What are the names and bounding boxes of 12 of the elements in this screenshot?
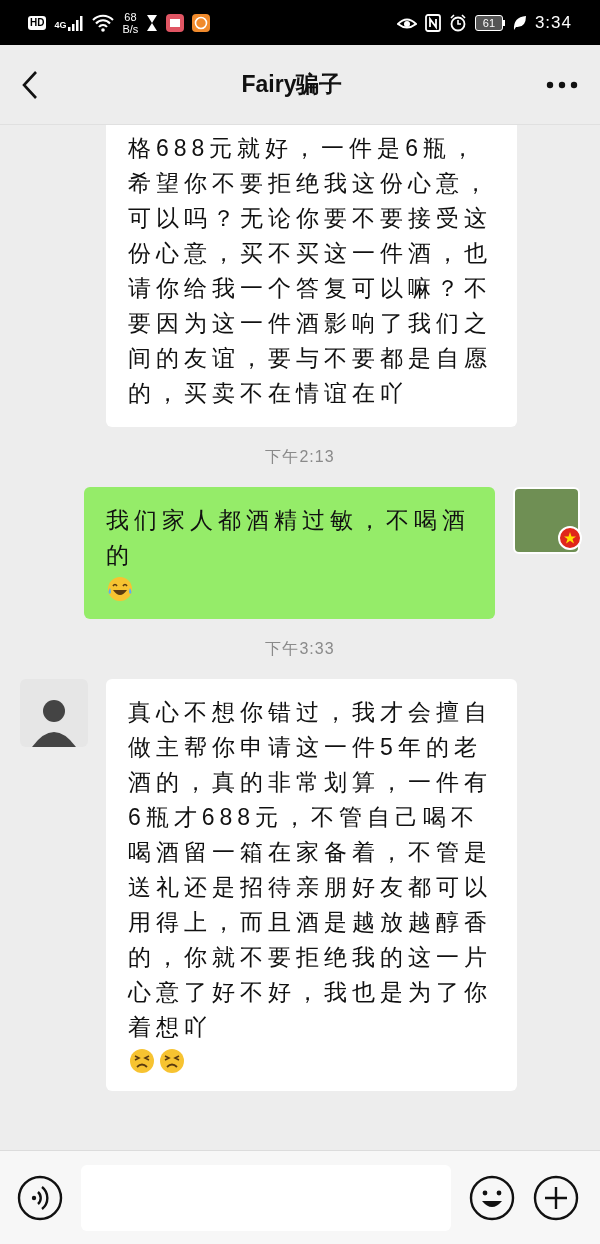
- speed-unit: B/s: [122, 22, 139, 35]
- speed-value: 68: [124, 10, 137, 23]
- timestamp: 下午2:13: [265, 447, 335, 467]
- chat-title: Fairy骗子: [241, 70, 343, 100]
- battery-indicator: 61: [474, 14, 505, 31]
- hd-indicator: HD: [28, 15, 47, 30]
- timestamp: 下午3:33: [265, 639, 335, 659]
- message-text: 我们家人都酒精过敏，不喝酒的: [106, 506, 471, 570]
- clock-time: 3:34: [534, 11, 572, 34]
- message-text: 真心不想你错过，我才会擅自做主帮你申请这一件5年的老酒的，真的非常划算，一件有6瓶才688元，不管自己喝不喝酒留一箱在家备着，不管是送礼还是招待亲朋好友都可以用得上，而且酒是越放越醇香的，你就不要拒绝我的这一片心意了好不好，我也是为了你着想吖: [128, 698, 493, 1042]
- network-type: 4G: [54, 18, 67, 32]
- message-text: 格688元就好，一件是6瓶，希望你不要拒绝我这份心意，可以吗？无论你要不要接受这份心意，买不买这一件酒，也请你给我一个答复可以嘛？不要因为这一件酒影响了我们之间的友谊，要与不要都是自愿的，买卖不在情谊在吖: [128, 134, 493, 408]
